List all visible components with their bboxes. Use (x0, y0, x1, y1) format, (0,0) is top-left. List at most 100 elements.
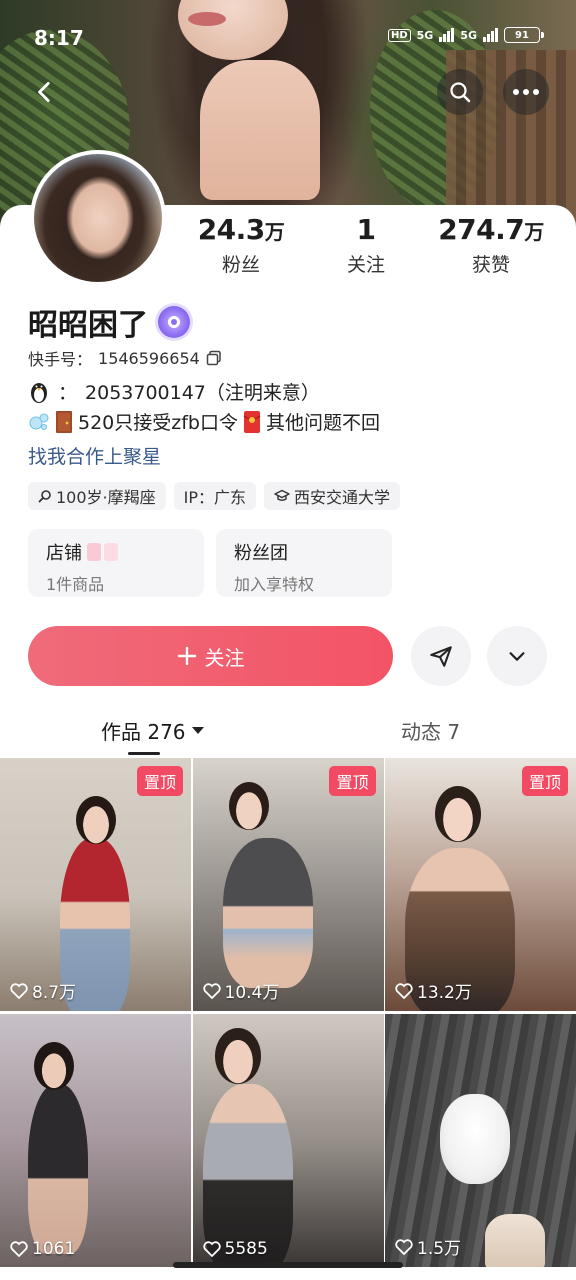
stat-fans[interactable]: 24.3万 粉丝 (176, 213, 306, 277)
heart-icon (202, 982, 221, 999)
kuaishou-id-label: 快手号： (28, 350, 93, 369)
signal-icon-2 (483, 28, 498, 42)
shop-card-title: 店铺 (46, 543, 82, 564)
search-icon (450, 82, 471, 103)
work-tile[interactable]: 置顶 10.4万 (192, 758, 384, 1011)
bubbles-icon (29, 413, 49, 430)
tab-works-label: 作品 276 (101, 720, 186, 744)
expand-button[interactable] (487, 626, 547, 686)
name-row: 昭昭困了 (28, 300, 190, 344)
work-tile[interactable]: 1.5万 (385, 1014, 576, 1267)
person-head (34, 1042, 74, 1090)
mini-cards: 店铺 1件商品 粉丝团 加入享特权 (28, 529, 392, 597)
bio-qq: 2053700147（注明来意） (85, 382, 320, 404)
pinned-badge: 置顶 (329, 766, 376, 796)
work-tile[interactable]: 1061 (0, 1014, 191, 1267)
stat-fans-label: 粉丝 (221, 254, 260, 276)
work-tile[interactable]: 5585 (192, 1014, 384, 1267)
penguin-icon (31, 382, 47, 403)
follow-button[interactable]: 关注 (28, 626, 393, 686)
signal-icon (439, 28, 455, 42)
kuaishou-id: 1546596654 (98, 348, 200, 368)
person-head (76, 796, 116, 844)
status-bar: 8:17 HD 5G 5G 91 (0, 0, 576, 72)
plus-icon (177, 646, 196, 666)
battery-icon: 91 (504, 27, 544, 43)
more-horizontal-icon (513, 89, 539, 95)
network-label-1: 5G (416, 28, 434, 42)
tag-school-text: 西安交通大学 (294, 488, 391, 507)
paper-plane-icon (430, 646, 452, 667)
door-icon (56, 410, 72, 433)
stat-fans-unit: 万 (264, 220, 285, 244)
search-button[interactable] (437, 69, 483, 115)
more-button[interactable] (503, 69, 549, 115)
tab-works[interactable]: 作品 276 (101, 716, 204, 745)
back-button[interactable] (22, 69, 68, 115)
work-tile[interactable]: 置顶 13.2万 (385, 758, 576, 1011)
shop-card[interactable]: 店铺 1件商品 (28, 529, 204, 597)
copy-icon[interactable] (206, 350, 222, 366)
cooperation-link[interactable]: 找我合作上聚星 (28, 442, 161, 469)
likes-count: 10.4万 (202, 978, 280, 1003)
bio-line-2-a: 520只接受zfb口令 (78, 412, 238, 434)
bio-line-2: 520只接受zfb口令 其他问题不回 (28, 408, 380, 435)
shop-badge-icon (87, 543, 118, 561)
fan-club-card[interactable]: 粉丝团 加入享特权 (216, 529, 392, 597)
stat-fans-value: 24.3 (197, 213, 266, 246)
tag-school[interactable]: 西安交通大学 (264, 482, 401, 510)
home-indicator[interactable] (173, 1262, 403, 1268)
tab-active-indicator (128, 752, 160, 755)
works-grid: 置顶 8.7万 置顶 10.4万 置顶 13.2万 1061 5585 1.5万 (0, 758, 576, 1267)
feet-figure (485, 1214, 545, 1267)
pet-figure (440, 1094, 510, 1184)
likes-count: 8.7万 (10, 978, 76, 1003)
work-tile[interactable]: 置顶 8.7万 (0, 758, 191, 1011)
verified-badge-icon[interactable] (158, 306, 190, 338)
pinned-badge: 置顶 (521, 766, 568, 796)
heart-icon (202, 1241, 221, 1257)
battery-level: 91 (515, 29, 529, 41)
likes-count-value: 1.5万 (417, 1239, 462, 1259)
stat-following[interactable]: 1 关注 (301, 213, 431, 277)
shop-card-subtitle: 1件商品 (46, 575, 105, 594)
likes-count-value: 13.2万 (417, 983, 472, 1003)
heart-icon (395, 982, 413, 999)
kuaishou-id-line: 快手号： 1546596654 (28, 346, 222, 370)
tab-moments[interactable]: 动态 7 (401, 716, 460, 745)
avatar[interactable] (30, 150, 166, 286)
heart-icon (10, 1241, 28, 1257)
person-head (214, 1028, 261, 1084)
tag-age-zodiac: 100岁·摩羯座 (28, 482, 166, 510)
heart-icon (10, 982, 28, 999)
person-figure (222, 838, 313, 988)
likes-count: 1.5万 (395, 1234, 461, 1259)
likes-count: 13.2万 (395, 978, 472, 1003)
stat-likes-unit: 万 (524, 220, 544, 244)
network-label-2: 5G (460, 28, 477, 42)
stat-likes[interactable]: 274.7万 获赞 (426, 213, 556, 277)
likes-count: 1061 (10, 1239, 75, 1259)
bio-line-2-b: 其他问题不回 (266, 412, 381, 434)
person-figure (28, 1084, 88, 1254)
likes-count: 5585 (202, 1239, 268, 1259)
likes-count-value: 10.4万 (224, 983, 280, 1003)
caret-down-icon (191, 726, 204, 734)
red-envelope-icon (243, 410, 261, 433)
chevron-down-icon (509, 652, 525, 661)
likes-count-value: 5585 (224, 1239, 268, 1259)
stat-following-value: 1 (356, 213, 376, 246)
fan-club-card-subtitle: 加入享特权 (234, 575, 315, 594)
send-message-button[interactable] (411, 626, 471, 686)
bio-qq-label: ： (58, 382, 78, 404)
tag-ip: IP：广东 (173, 482, 257, 510)
person-head (435, 786, 481, 842)
tag-age-zodiac-text: 100岁·摩羯座 (56, 488, 156, 507)
system-icons: HD 5G 5G 91 (387, 27, 544, 43)
profile-name: 昭昭困了 (28, 308, 148, 343)
chevron-left-icon (38, 81, 50, 103)
person-head (228, 782, 269, 830)
search-icon (38, 490, 51, 503)
follow-button-label: 关注 (204, 645, 245, 670)
tag-ip-text: IP：广东 (183, 488, 247, 507)
